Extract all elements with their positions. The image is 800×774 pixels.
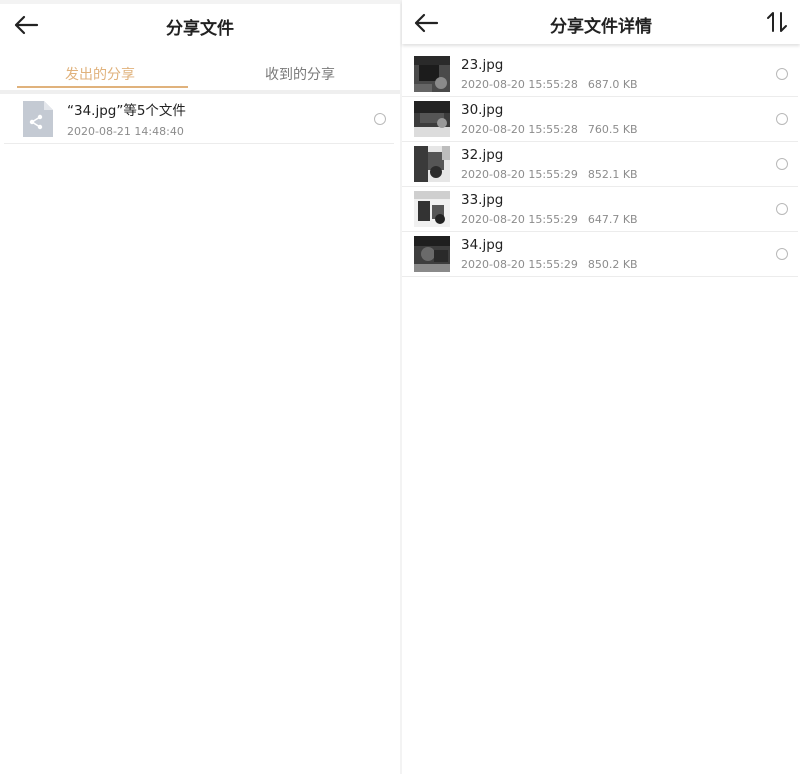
file-date: 2020-08-20 15:55:28 xyxy=(461,78,578,91)
active-tab-indicator xyxy=(17,86,188,88)
list-item[interactable]: “34.jpg”等5个文件 2020-08-21 14:48:40 xyxy=(4,94,394,144)
tab-sent-shares[interactable]: 发出的分享 xyxy=(0,46,200,90)
share-name: “34.jpg”等5个文件 xyxy=(67,103,186,119)
share-files-screen: 分享文件 发出的分享 收到的分享 “34.jpg”等5个文件 2020-08-2… xyxy=(0,0,400,774)
file-name: 30.jpg xyxy=(461,102,504,118)
file-size: 647.7 KB xyxy=(587,213,638,226)
file-date: 2020-08-20 15:55:29 xyxy=(461,168,578,181)
image-thumbnail xyxy=(414,191,450,227)
file-size: 687.0 KB xyxy=(587,78,638,91)
sort-button[interactable] xyxy=(766,11,788,33)
item-text: 32.jpg 2020-08-20 15:55:29 852.1 KB xyxy=(461,147,776,181)
page-title: 分享文件 xyxy=(166,19,234,39)
tab-received-shares[interactable]: 收到的分享 xyxy=(200,46,400,90)
share-date: 2020-08-21 14:48:40 xyxy=(67,125,184,138)
app-screens: 分享文件 发出的分享 收到的分享 “34.jpg”等5个文件 2020-08-2… xyxy=(0,0,800,774)
file-size: 760.5 KB xyxy=(587,123,638,136)
select-radio[interactable] xyxy=(776,248,788,260)
select-radio[interactable] xyxy=(776,68,788,80)
item-text: 33.jpg 2020-08-20 15:55:29 647.7 KB xyxy=(461,192,776,226)
file-date: 2020-08-20 15:55:29 xyxy=(461,258,578,271)
page-title: 分享文件详情 xyxy=(550,17,652,37)
item-text: 34.jpg 2020-08-20 15:55:29 850.2 KB xyxy=(461,237,776,271)
file-name: 23.jpg xyxy=(461,57,504,73)
file-size: 850.2 KB xyxy=(587,258,638,271)
file-meta: 2020-08-20 15:55:28 760.5 KB xyxy=(461,123,776,136)
select-radio[interactable] xyxy=(374,112,386,125)
file-size: 852.1 KB xyxy=(587,168,638,181)
file-meta: 2020-08-20 15:55:29 647.7 KB xyxy=(461,213,776,226)
tab-label: 收到的分享 xyxy=(265,67,335,83)
file-name: 34.jpg xyxy=(461,237,504,253)
file-meta: 2020-08-20 15:55:29 852.1 KB xyxy=(461,168,776,181)
item-text: 30.jpg 2020-08-20 15:55:28 760.5 KB xyxy=(461,102,776,136)
list-item[interactable]: 32.jpg 2020-08-20 15:55:29 852.1 KB xyxy=(402,142,798,187)
image-thumbnail xyxy=(414,236,450,272)
image-thumbnail xyxy=(414,101,450,137)
share-tabs: 发出的分享 收到的分享 xyxy=(0,46,400,90)
status-divider xyxy=(0,0,400,4)
select-radio[interactable] xyxy=(776,158,788,170)
header: 分享文件详情 xyxy=(402,0,800,44)
file-date: 2020-08-20 15:55:29 xyxy=(461,213,578,226)
share-details-screen: 分享文件详情 23.jpg 2020-08-20 15:55:28 687.0 … xyxy=(402,0,800,774)
select-radio[interactable] xyxy=(776,203,788,215)
share-list: “34.jpg”等5个文件 2020-08-21 14:48:40 xyxy=(0,94,400,144)
share-file-icon xyxy=(23,100,53,137)
list-item[interactable]: 30.jpg 2020-08-20 15:55:28 760.5 KB xyxy=(402,97,798,142)
list-item[interactable]: 34.jpg 2020-08-20 15:55:29 850.2 KB xyxy=(402,232,798,277)
item-text: 23.jpg 2020-08-20 15:55:28 687.0 KB xyxy=(461,57,776,91)
file-list: 23.jpg 2020-08-20 15:55:28 687.0 KB 30.jp… xyxy=(402,52,800,277)
file-meta: 2020-08-20 15:55:28 687.0 KB xyxy=(461,78,776,91)
file-date: 2020-08-20 15:55:28 xyxy=(461,123,578,136)
file-meta: 2020-08-20 15:55:29 850.2 KB xyxy=(461,258,776,271)
list-item[interactable]: 33.jpg 2020-08-20 15:55:29 647.7 KB xyxy=(402,187,798,232)
item-text: “34.jpg”等5个文件 2020-08-21 14:48:40 xyxy=(67,99,374,138)
file-name: 32.jpg xyxy=(461,147,504,163)
image-thumbnail xyxy=(414,146,450,182)
sort-arrows-icon xyxy=(767,12,787,32)
select-radio[interactable] xyxy=(776,113,788,125)
tab-label: 发出的分享 xyxy=(65,67,135,83)
header: 分享文件 xyxy=(0,0,400,46)
image-thumbnail xyxy=(414,56,450,92)
list-item[interactable]: 23.jpg 2020-08-20 15:55:28 687.0 KB xyxy=(402,52,798,97)
file-name: 33.jpg xyxy=(461,192,504,208)
